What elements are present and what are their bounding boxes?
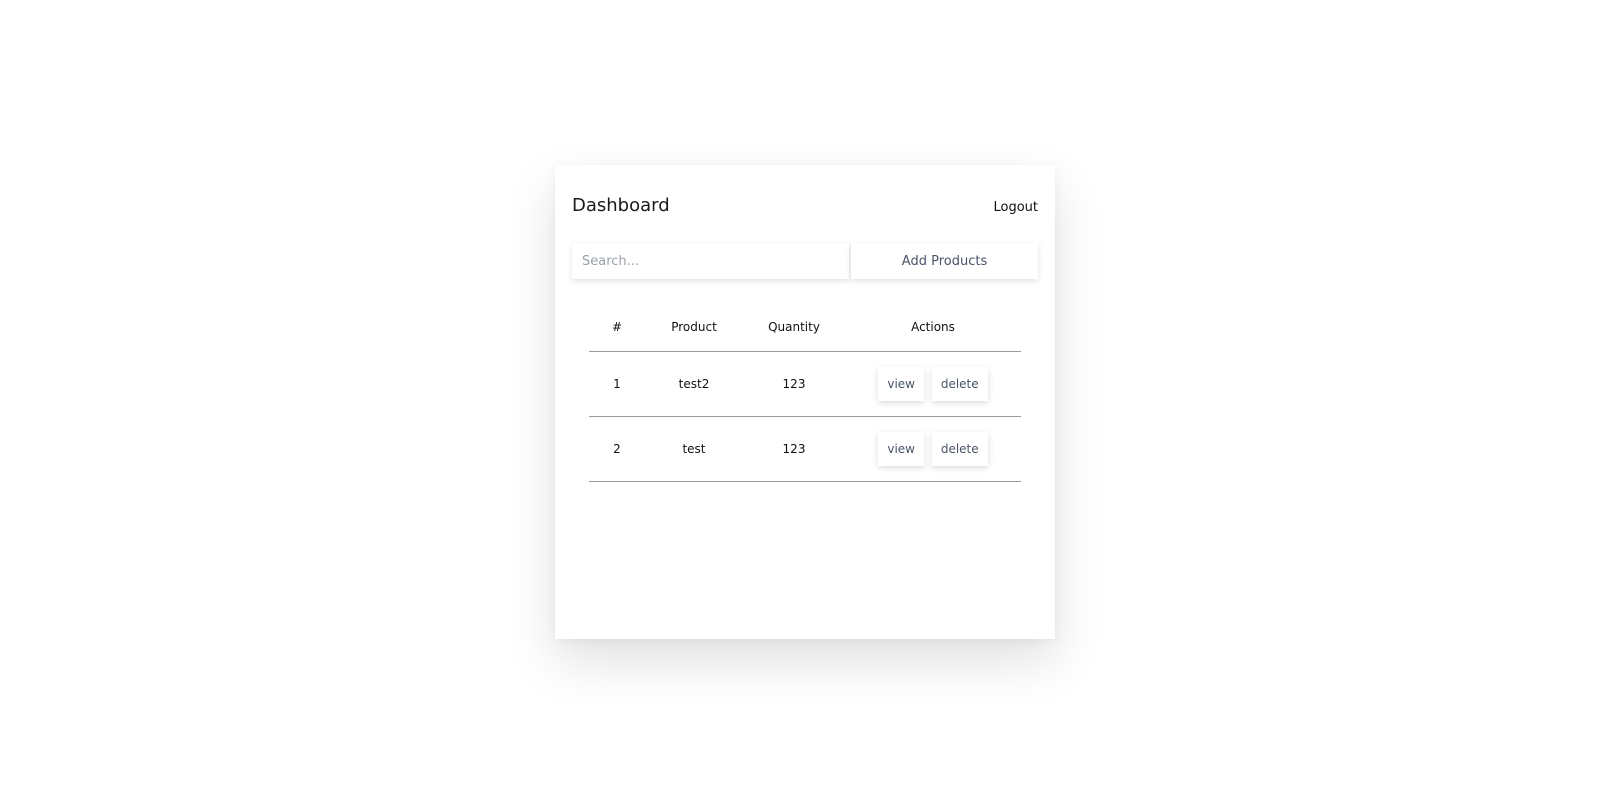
product-quantity: 123 — [743, 416, 845, 482]
row-index: 2 — [589, 416, 645, 482]
table-row: 1 test2 123 view delete — [589, 351, 1021, 417]
row-actions: view delete — [845, 351, 1021, 417]
column-header-quantity: Quantity — [743, 303, 845, 352]
delete-button[interactable]: delete — [931, 432, 988, 466]
delete-button[interactable]: delete — [931, 367, 988, 401]
product-name: test2 — [645, 351, 743, 417]
page-title: Dashboard — [572, 195, 670, 216]
product-quantity: 123 — [743, 351, 845, 417]
product-name: test — [645, 416, 743, 482]
column-header-actions: Actions — [845, 303, 1021, 352]
table-row: 2 test 123 view delete — [589, 416, 1021, 482]
column-header-product: Product — [645, 303, 743, 352]
products-table: # Product Quantity Actions 1 test2 123 v… — [589, 303, 1021, 482]
view-button[interactable]: view — [878, 432, 924, 466]
row-index: 1 — [589, 351, 645, 417]
add-products-button[interactable]: Add Products — [851, 243, 1038, 279]
table-header-row: # Product Quantity Actions — [589, 303, 1021, 352]
view-button[interactable]: view — [878, 367, 924, 401]
search-input[interactable] — [572, 243, 849, 279]
column-header-index: # — [589, 303, 645, 352]
row-actions: view delete — [845, 416, 1021, 482]
dashboard-card: Dashboard Logout Add Products # Product … — [555, 165, 1055, 639]
logout-link[interactable]: Logout — [993, 200, 1038, 215]
